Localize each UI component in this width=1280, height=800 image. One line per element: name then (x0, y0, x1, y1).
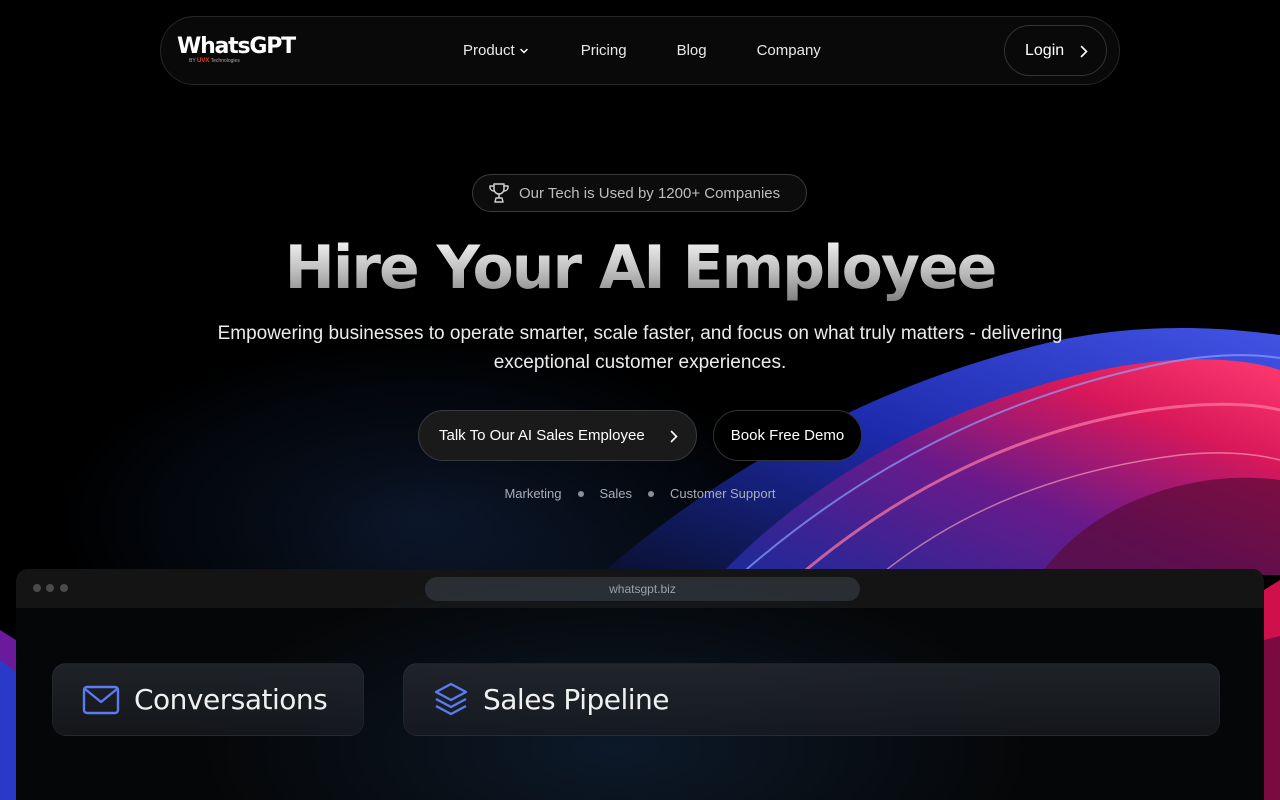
nav-item-label: Blog (676, 42, 707, 59)
badge-text: Our Tech is Used by 1200+ Companies (519, 184, 781, 202)
window-dot-icon (60, 584, 68, 592)
trophy-icon (489, 183, 509, 203)
sales-pipeline-card[interactable]: Sales Pipeline (403, 663, 1220, 736)
separator-dot (577, 490, 584, 497)
mail-icon (82, 685, 120, 714)
brand-name: WhatsGPT (177, 34, 296, 59)
card-title: Sales Pipeline (483, 683, 670, 716)
tag-customer-support: Customer Support (670, 486, 776, 501)
browser-url-bar: whatsgpt.biz (425, 577, 860, 601)
login-button[interactable]: Login (1004, 25, 1107, 76)
nav-item-label: Pricing (580, 42, 627, 59)
nav-links: Product Pricing Blog Company (463, 42, 821, 59)
top-navbar: WhatsGPT BY UVX Technologies Product Pri… (160, 16, 1120, 85)
brand-byline: BY UVX Technologies (189, 58, 240, 64)
brand-by: BY (189, 58, 196, 64)
social-proof-badge: Our Tech is Used by 1200+ Companies (472, 174, 807, 212)
chevron-down-icon (519, 48, 528, 54)
tag-marketing: Marketing (504, 486, 562, 501)
cta-secondary-label: Book Free Demo (730, 427, 845, 444)
conversations-card[interactable]: Conversations (52, 663, 364, 736)
chevron-right-icon (1080, 45, 1088, 58)
layers-icon (434, 682, 468, 715)
brand-logo[interactable]: WhatsGPT BY UVX Technologies (177, 34, 296, 65)
use-case-tags: Marketing Sales Customer Support (0, 486, 1280, 501)
cta-primary-label: Talk To Our AI Sales Employee (439, 427, 645, 444)
nav-item-company[interactable]: Company (757, 42, 821, 59)
talk-to-ai-sales-button[interactable]: Talk To Our AI Sales Employee (418, 410, 697, 461)
login-label: Login (1025, 41, 1065, 59)
brand-company-mark: UVX (196, 58, 210, 64)
tag-sales: Sales (599, 486, 633, 501)
nav-item-product[interactable]: Product (463, 42, 529, 59)
hero-subtitle: Empowering businesses to operate smarter… (217, 323, 1063, 373)
nav-item-blog[interactable]: Blog (677, 42, 707, 59)
nav-item-label: Product (463, 42, 515, 59)
window-dot-icon (33, 584, 41, 592)
window-dot-icon (46, 584, 54, 592)
chevron-right-icon (670, 430, 678, 443)
browser-mockup: whatsgpt.biz Conversations Sales Pipelin… (16, 569, 1264, 800)
separator-dot (648, 490, 655, 497)
browser-toolbar: whatsgpt.biz (16, 569, 1264, 608)
nav-item-pricing[interactable]: Pricing (581, 42, 627, 59)
book-free-demo-button[interactable]: Book Free Demo (713, 410, 862, 461)
card-title: Conversations (134, 683, 328, 716)
hero-title: Hire Your AI Employee (0, 232, 1280, 304)
brand-company-rest: Technologies (210, 58, 240, 64)
nav-item-label: Company (756, 42, 821, 59)
